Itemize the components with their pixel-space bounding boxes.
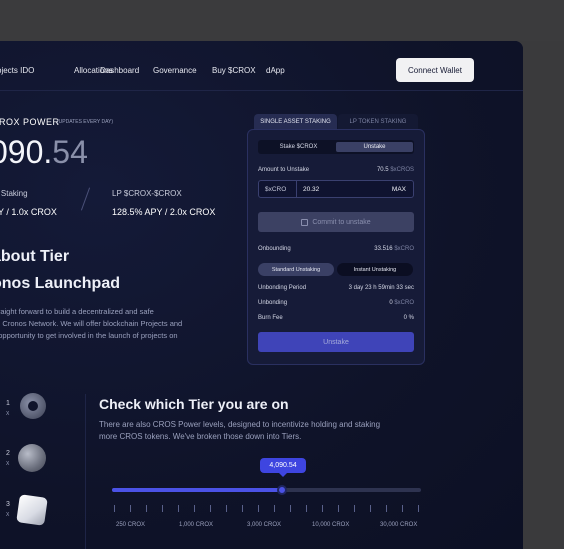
tick-label-1000: 1,000 CROX [179,522,214,528]
unbonding-period-value: 3 day 23 h 59min 33 sec [348,285,414,291]
commit-label: Commit to unstake [312,218,371,226]
tab-lp-token-staking[interactable]: LP TOKEN STAKING [338,114,418,129]
slider-tick [322,505,323,512]
input-divider [296,181,297,197]
toggle-unstake[interactable]: Unstake [336,142,413,152]
tier-description-line2: more CROS tokens. We've broken those dow… [99,432,302,441]
amount-value: 70.5 $xCROS [377,167,414,173]
input-prefix: $xCRO [265,186,287,193]
slider-tick [210,505,211,512]
slider-tick [386,505,387,512]
slider-tick [354,505,355,512]
tick-label-250: 250 CROX [116,522,146,528]
tab-single-asset-staking[interactable]: SINGLE ASSET STAKING [254,114,337,129]
crox-power-value-decimal: 54 [52,134,88,170]
slider-tick [290,505,291,512]
staking-value-lp: 128.5% APY / 2.0x CROX [112,207,216,217]
tier-number-3: 3 [6,501,10,508]
slider-tick [146,505,147,512]
onbounding-label: Onbounding [258,246,291,252]
tier-heading: Check which Tier you are on [99,396,289,412]
commit-to-unstake-button[interactable]: Commit to unstake [258,212,414,232]
unbonding-unit: $xCRO [394,300,414,306]
tier-letter-3: X [6,512,10,518]
tier-divider-line [85,394,86,549]
amount-label: Amount to Unstake [258,167,310,173]
unbonding-value: 0 $xCRO [389,300,414,306]
top-navigation: ojects IDO Allocations Dashboard Governa… [0,41,523,91]
slider-tick [162,505,163,512]
onbounding-value: 33.516 $xCRO [374,246,414,252]
onbounding-unit: $xCRO [394,246,414,252]
slider-tick [114,505,115,512]
staking-value-single: PY / 1.0x CROX [0,207,57,217]
unstake-amount-input[interactable]: $xCRO 20.32 MAX [258,180,414,198]
unbonding-label: Unbonding [258,300,288,306]
tier-3-cube-icon [16,494,48,526]
input-value: 20.32 [303,186,320,193]
slider-tick [306,505,307,512]
slider-tick [226,505,227,512]
tick-label-10000: 10,000 CROX [312,522,350,528]
max-button[interactable]: MAX [392,186,406,193]
tick-label-3000: 3,000 CROX [247,522,282,528]
tier-description-line1: There are also CROS Power levels, design… [99,420,381,429]
about-paragraph-line1: straight forward to build a decentralize… [0,307,154,316]
crox-power-subtitle: (UPDATES EVERY DAY) [57,119,114,125]
tier-number-2: 2 [6,450,10,457]
slider-tick [258,505,259,512]
amount-unit: $xCROS [390,167,414,173]
tier-slider[interactable] [112,485,421,495]
burn-fee-label: Burn Fee [258,315,283,321]
about-paragraph-line3: n opportunity to get involved in the lau… [0,331,178,340]
slider-tick [178,505,179,512]
desktop-background [0,0,564,41]
unbonding-period-label: Unbonding Period [258,285,307,291]
tier-number-1: 1 [6,400,10,407]
nav-item-governance[interactable]: Governance [153,66,197,75]
nav-item-projects-ido[interactable]: ojects IDO [0,66,34,75]
staking-label-single: et Staking [0,189,28,198]
slider-tick [242,505,243,512]
tier-slider-fill [112,488,282,492]
burn-fee-value: 0 % [403,315,414,321]
stake-unstake-toggle: Stake $CROX Unstake [258,140,414,154]
crox-power-value-integer: 090. [0,134,53,170]
tier-1-ring-hole [28,401,38,411]
slider-tick [274,505,275,512]
crox-power-title: CROX POWER [0,117,60,127]
staking-label-lp: LP $CROX-$CROX [112,189,182,198]
toggle-stake[interactable]: Stake $CROX [260,142,337,152]
instant-unstaking-option[interactable]: Instant Unstaking [337,263,413,276]
slider-tick [130,505,131,512]
lock-icon [301,218,309,226]
tier-2-sphere-icon [18,444,46,472]
slider-tick [418,505,419,512]
slider-tick [402,505,403,512]
onbounding-number: 33.516 [374,246,393,252]
about-paragraph-line2: on Cronos Network. We will offer blockch… [0,319,183,328]
staking-card: Stake $CROX Unstake Amount to Unstake 70… [247,129,425,365]
tick-label-30000: 30,000 CROX [380,522,418,528]
about-heading-line1: about Tier [0,248,70,265]
unstake-button[interactable]: Unstake [258,332,414,352]
connect-wallet-button[interactable]: Connect Wallet [396,58,474,82]
app-window: ojects IDO Allocations Dashboard Governa… [0,41,523,549]
unbonding-number: 0 [389,300,393,306]
slider-tick [194,505,195,512]
nav-item-dapp[interactable]: dApp [266,66,285,75]
slider-value-tooltip: 4,090.54 [260,458,306,477]
standard-unstaking-option[interactable]: Standard Unstaking [258,263,334,276]
about-heading-line2: onos Launchpad [0,275,120,292]
tier-slider-thumb[interactable] [276,485,287,495]
nav-item-buy-crox[interactable]: Buy $CROX [212,66,256,75]
slider-tick [370,505,371,512]
slider-tick [338,505,339,512]
tier-letter-1: X [6,411,10,417]
amount-number: 70.5 [376,167,389,173]
nav-item-dashboard[interactable]: Dashboard [100,66,139,75]
tier-1-ring-icon [20,393,46,419]
tier-letter-2: X [6,461,10,467]
crox-power-value: 090.54 [0,134,88,171]
